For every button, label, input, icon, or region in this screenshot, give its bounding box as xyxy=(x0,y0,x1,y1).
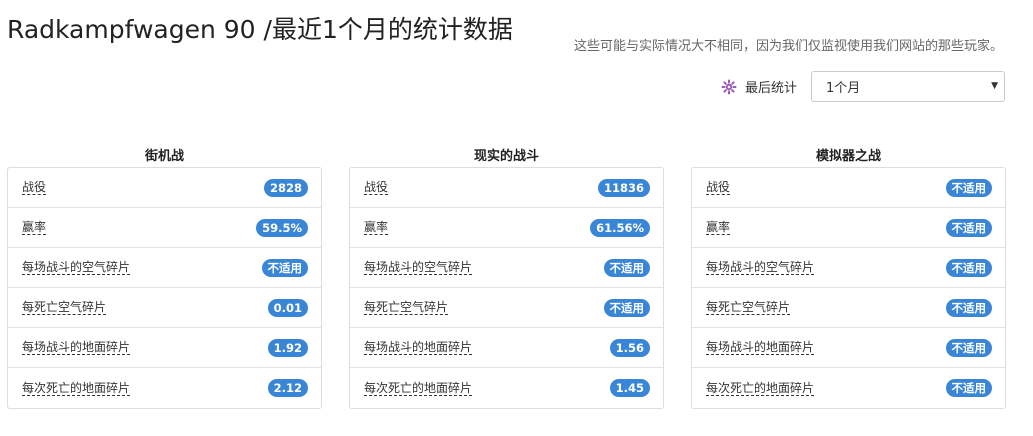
stat-value-badge: 1.92 xyxy=(267,338,308,357)
stat-row-air-frags-per-battle: 每场战斗的空气碎片 不适用 xyxy=(692,248,1005,288)
stat-label[interactable]: 每场战斗的空气碎片 xyxy=(706,260,815,275)
stat-value-badge: 不适用 xyxy=(603,298,650,317)
stat-row-air-frags-per-battle: 每场战斗的空气碎片 不适用 xyxy=(350,248,663,288)
stat-label[interactable]: 每场战斗的地面碎片 xyxy=(22,340,131,355)
stat-row-air-frags-per-death: 每死亡空气碎片 0.01 xyxy=(8,288,321,328)
stat-list: 战役 2828 赢率 59.5% 每场战斗的空气碎片 不适用 每死亡空气碎片 0… xyxy=(7,167,322,409)
stat-row-air-frags-per-death: 每死亡空气碎片 不适用 xyxy=(350,288,663,328)
stat-label[interactable]: 赢率 xyxy=(22,220,47,235)
stat-label[interactable]: 每次死亡的地面碎片 xyxy=(364,381,473,396)
stat-value-badge: 1.45 xyxy=(609,379,650,397)
stat-label[interactable]: 战役 xyxy=(706,180,731,195)
stat-label[interactable]: 每次死亡的地面碎片 xyxy=(22,381,131,396)
stat-value-badge: 不适用 xyxy=(945,379,992,397)
period-selector-row: 最后统计 1个月 ▼ xyxy=(721,70,1005,103)
disclaimer-text: 这些可能与实际情况大不相同，因为我们仅监视使用我们网站的那些玩家。 xyxy=(573,39,1003,54)
period-select-value: 1个月 xyxy=(826,81,861,96)
stat-label[interactable]: 赢率 xyxy=(364,220,389,235)
stat-row-ground-frags-per-battle: 每场战斗的地面碎片 1.56 xyxy=(350,328,663,368)
stat-value-badge: 不适用 xyxy=(261,258,308,277)
stat-row-battles: 战役 2828 xyxy=(8,168,321,208)
gear-icon xyxy=(721,79,737,95)
stat-label[interactable]: 战役 xyxy=(22,180,47,195)
stat-row-ground-frags-per-death: 每次死亡的地面碎片 1.45 xyxy=(350,368,663,408)
stat-row-win-rate: 赢率 61.56% xyxy=(350,208,663,248)
stat-label[interactable]: 每死亡空气碎片 xyxy=(22,300,107,315)
stat-row-ground-frags-per-death: 每次死亡的地面碎片 不适用 xyxy=(692,368,1005,408)
stat-value-badge: 不适用 xyxy=(603,258,650,277)
stat-row-win-rate: 赢率 59.5% xyxy=(8,208,321,248)
stat-value-badge: 2828 xyxy=(263,178,308,197)
period-select[interactable]: 1个月 ▼ xyxy=(811,71,1005,102)
stat-row-battles: 战役 11836 xyxy=(350,168,663,208)
stat-value-badge: 不适用 xyxy=(945,178,992,197)
period-label: 最后统计 xyxy=(744,81,797,96)
stat-value-badge: 61.56% xyxy=(590,218,650,237)
stat-value-badge: 不适用 xyxy=(945,218,992,237)
stat-value-badge: 2.12 xyxy=(267,379,308,397)
stat-value-badge: 不适用 xyxy=(945,298,992,317)
panel-title: 街机战 xyxy=(144,149,184,164)
stat-label[interactable]: 每场战斗的空气碎片 xyxy=(364,260,473,275)
stat-label[interactable]: 每场战斗的空气碎片 xyxy=(22,260,131,275)
stat-label[interactable]: 每死亡空气碎片 xyxy=(364,300,449,315)
stat-value-badge: 不适用 xyxy=(945,338,992,357)
panel-realistic: 现实的战斗 战役 11836 赢率 61.56% 每场战斗的空气碎片 不适用 每… xyxy=(349,146,664,409)
stat-row-ground-frags-per-death: 每次死亡的地面碎片 2.12 xyxy=(8,368,321,408)
stat-row-ground-frags-per-battle: 每场战斗的地面碎片 1.92 xyxy=(8,328,321,368)
stat-value-badge: 不适用 xyxy=(945,258,992,277)
stat-label[interactable]: 赢率 xyxy=(706,220,731,235)
page-title: Radkampfwagen 90 /最近1个月的统计数据 xyxy=(7,14,513,44)
panel-title: 模拟器之战 xyxy=(815,149,881,164)
stat-value-badge: 59.5% xyxy=(256,218,308,237)
stat-row-air-frags-per-battle: 每场战斗的空气碎片 不适用 xyxy=(8,248,321,288)
stat-label[interactable]: 每场战斗的地面碎片 xyxy=(706,340,815,355)
stat-label[interactable]: 每死亡空气碎片 xyxy=(706,300,791,315)
panel-arcade: 街机战 战役 2828 赢率 59.5% 每场战斗的空气碎片 不适用 每死亡空气… xyxy=(7,146,322,409)
stat-row-win-rate: 赢率 不适用 xyxy=(692,208,1005,248)
panel-simulator: 模拟器之战 战役 不适用 赢率 不适用 每场战斗的空气碎片 不适用 每死亡空气碎… xyxy=(691,146,1006,409)
stat-value-badge: 1.56 xyxy=(609,338,650,357)
panel-title: 现实的战斗 xyxy=(473,149,539,164)
stat-list: 战役 11836 赢率 61.56% 每场战斗的空气碎片 不适用 每死亡空气碎片… xyxy=(349,167,664,409)
stat-value-badge: 11836 xyxy=(597,178,650,197)
stat-row-ground-frags-per-battle: 每场战斗的地面碎片 不适用 xyxy=(692,328,1005,368)
chevron-down-icon: ▼ xyxy=(991,81,998,91)
stat-row-air-frags-per-death: 每死亡空气碎片 不适用 xyxy=(692,288,1005,328)
stat-list: 战役 不适用 赢率 不适用 每场战斗的空气碎片 不适用 每死亡空气碎片 不适用 … xyxy=(691,167,1006,409)
stat-label[interactable]: 每场战斗的地面碎片 xyxy=(364,340,473,355)
stat-row-battles: 战役 不适用 xyxy=(692,168,1005,208)
stat-label[interactable]: 战役 xyxy=(364,180,389,195)
stat-value-badge: 0.01 xyxy=(267,298,308,317)
stat-label[interactable]: 每次死亡的地面碎片 xyxy=(706,381,815,396)
